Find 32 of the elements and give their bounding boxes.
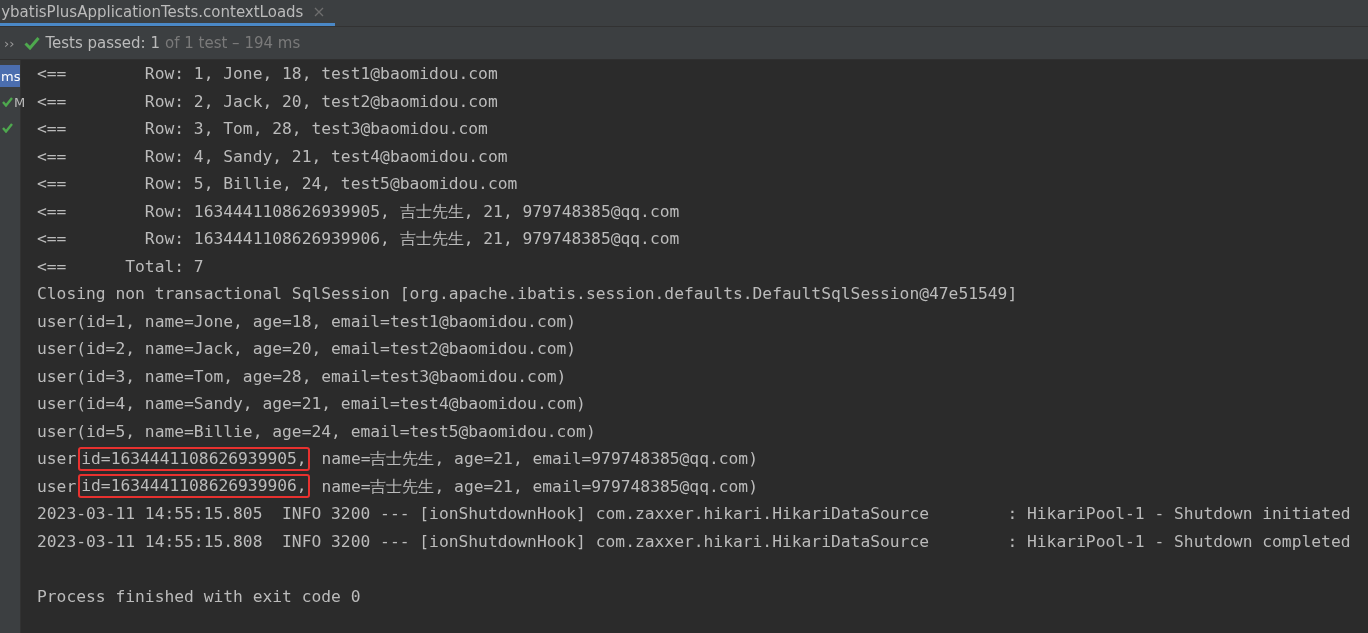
console-line: user(id=4, name=Sandy, age=21, email=test4@baomidou.com) — [37, 393, 587, 415]
check-icon — [24, 36, 41, 50]
console-line: <== Row: 1, Jone, 18, test1@baomidou.com — [37, 63, 499, 85]
console-line: <== Row: 1634441108626939906, 吉士先生, 21, 979748385@qq.com — [37, 228, 681, 250]
console-line: 2023-03-11 14:55:15.805 INFO 3200 --- [ionShutdownHook] com.zaxxer.hikari.HikariDataSource : HikariPool-1 - Shutdown initiated — [37, 503, 1351, 525]
highlight-box: id=1634441108626939906, — [78, 474, 310, 499]
console-line: Closing non transactional SqlSession [org.apache.ibatis.session.defaults.DefaultSqlSession@47e51549] — [37, 283, 1019, 305]
console-text: user — [37, 475, 77, 498]
test-tree-item[interactable]: ms — [0, 65, 21, 87]
console-line: <== Row: 4, Sandy, 21, test4@baomidou.com — [37, 145, 509, 168]
highlight-box: id=1634441108626939905, — [78, 446, 310, 471]
console-line: <== Row: 3, Tom, 28, test3@baomidou.com — [37, 118, 489, 140]
tests-passed-label: Tests passed: 1 — [45, 34, 160, 52]
console-text: name=吉士先生, age=21, email=979748385@qq.com) — [320, 475, 758, 498]
console-line: <== Row: 5, Billie, 24, test5@baomidou.com — [37, 173, 519, 195]
console-line: <== Row: 2, Jack, 20, test2@baomidou.com — [37, 90, 499, 113]
check-icon — [2, 123, 13, 133]
console-line: <== Total: 7 — [37, 255, 205, 278]
test-tree-item[interactable]: M — [0, 91, 26, 113]
check-icon — [2, 97, 13, 107]
expand-toggle[interactable]: ›› — [4, 35, 15, 51]
console-line: user(id=2, name=Jack, age=20, email=test2@baomidou.com) — [37, 338, 578, 360]
close-icon[interactable] — [313, 5, 326, 18]
console-line: <== Row: 1634441108626939905, 吉士先生, 21, 979748385@qq.com — [37, 200, 681, 223]
console-line: user(id=5, name=Billie, age=24, email=test5@baomidou.com) — [37, 420, 597, 443]
console-line: user(id=3, name=Tom, age=28, email=test3@baomidou.com) — [37, 365, 568, 388]
console-line: user(id=1, name=Jone, age=18, email=test1@baomidou.com) — [37, 310, 578, 333]
test-duration-label: of 1 test – 194 ms — [165, 34, 301, 52]
console-line: Process finished with exit code 0 — [37, 585, 362, 608]
console-text: user — [37, 448, 77, 470]
console-text: name=吉士先生, age=21, email=979748385@qq.com) — [320, 448, 758, 470]
console-line: 2023-03-11 14:55:15.808 INFO 3200 --- [ionShutdownHook] com.zaxxer.hikari.HikariDataSource : HikariPool-1 - Shutdown completed — [37, 530, 1351, 553]
